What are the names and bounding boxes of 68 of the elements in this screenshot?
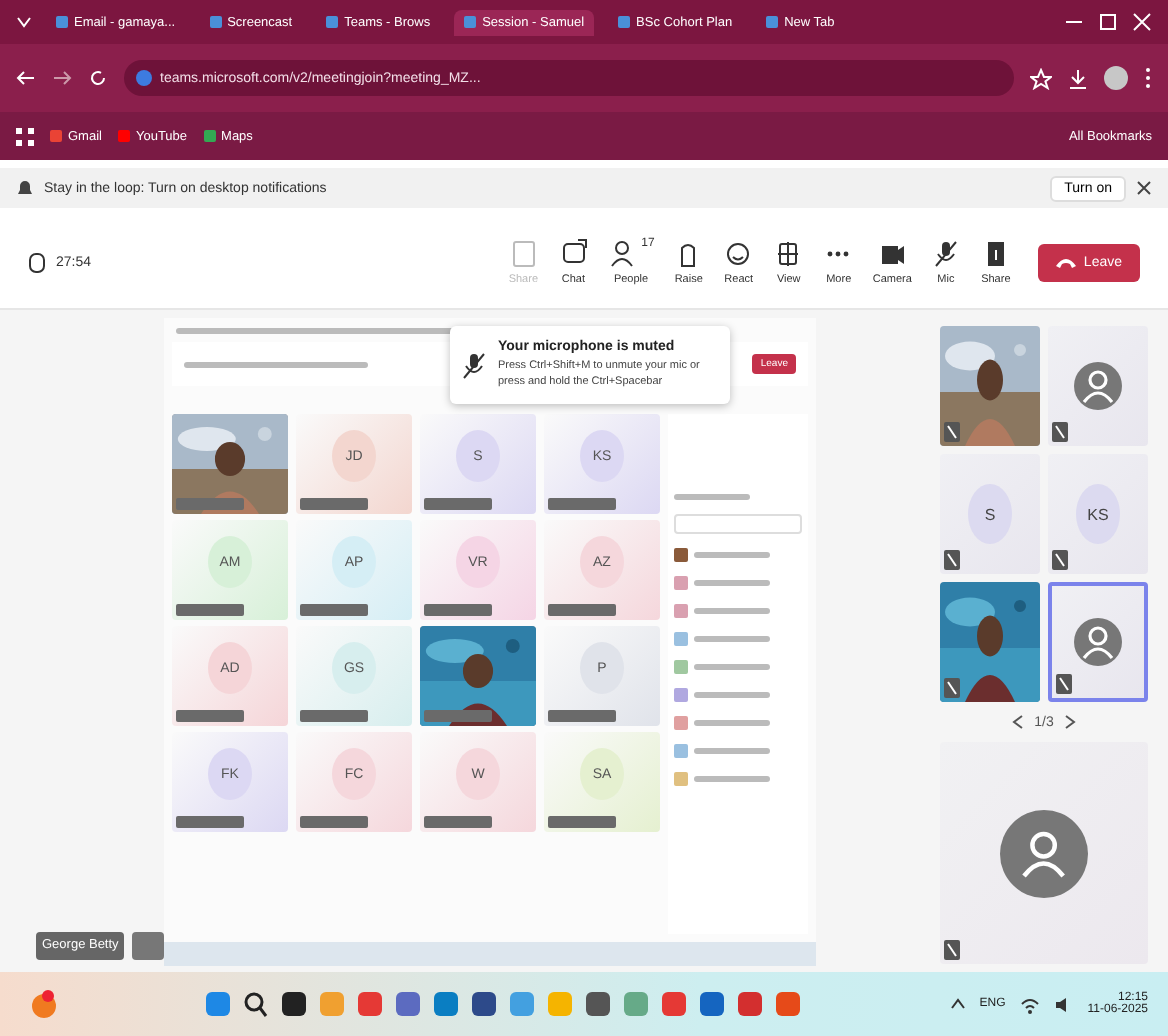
weather-icon[interactable] (32, 988, 56, 1020)
text-line (694, 692, 771, 698)
text-line (694, 552, 771, 558)
phone-icon (1055, 256, 1076, 268)
menu-icon[interactable] (1144, 66, 1152, 90)
name-tag (424, 604, 492, 616)
close-icon[interactable] (1136, 180, 1152, 196)
forward-icon[interactable] (52, 68, 72, 88)
name-tag (548, 710, 616, 722)
tablet-icon (507, 238, 540, 270)
app-icon[interactable] (281, 990, 306, 1018)
name-tag (300, 816, 368, 828)
name-tag (176, 498, 244, 510)
more-icon (826, 250, 851, 258)
reload-icon[interactable] (88, 68, 108, 88)
smile-icon (722, 238, 755, 270)
bell-icon (16, 178, 34, 198)
name-tag (548, 604, 616, 616)
mic-off-icon (944, 678, 960, 698)
mic-off-icon (929, 238, 962, 270)
mic-off-icon (462, 351, 486, 380)
avatar-icon (1074, 362, 1122, 410)
mic-off-icon (1052, 550, 1068, 570)
mic-off-icon (944, 940, 960, 960)
name-tag (300, 604, 368, 616)
initials-avatar: KS (1076, 484, 1120, 544)
clock-icon (28, 251, 46, 273)
name-tag (176, 710, 244, 722)
back-icon[interactable] (16, 68, 36, 88)
avatar-icon (1000, 809, 1088, 897)
text-line (694, 608, 771, 614)
name-tag (176, 816, 244, 828)
name-tag (300, 710, 368, 722)
name-tag (424, 816, 492, 828)
profile-icon[interactable] (1104, 66, 1128, 90)
control-bar (132, 932, 164, 960)
name-tag (424, 710, 492, 722)
mic-off-icon (1056, 674, 1072, 694)
wifi-icon[interactable] (1019, 995, 1040, 1013)
avatar-icon (1074, 618, 1122, 666)
mic-off-icon (944, 550, 960, 570)
app-icon[interactable] (585, 990, 610, 1018)
name-tag (300, 498, 368, 510)
text-line (694, 664, 771, 670)
text-line (694, 776, 771, 782)
mic-off-icon (1052, 422, 1068, 442)
name-tag (548, 498, 616, 510)
name-tag (424, 498, 492, 510)
restore-icon[interactable] (1098, 12, 1118, 32)
text-line (674, 494, 751, 500)
initials-avatar: S (968, 484, 1012, 544)
text-line (694, 636, 771, 642)
apps-icon[interactable] (16, 127, 34, 145)
chevron-up-icon[interactable] (949, 998, 966, 1010)
mic-off-icon (944, 422, 960, 442)
chevron-left-icon[interactable] (1012, 714, 1025, 730)
download-icon[interactable] (1068, 67, 1088, 89)
search-icon[interactable] (243, 990, 268, 1018)
star-icon[interactable] (1030, 67, 1052, 89)
text-line (694, 580, 771, 586)
app-icon[interactable] (471, 990, 496, 1018)
input-field (674, 514, 802, 534)
text-line (694, 748, 771, 754)
name-tag (176, 604, 244, 616)
name-tag (548, 816, 616, 828)
chevron-right-icon[interactable] (1063, 714, 1076, 730)
chevron-down-icon[interactable] (16, 14, 32, 30)
text-line (694, 720, 771, 726)
